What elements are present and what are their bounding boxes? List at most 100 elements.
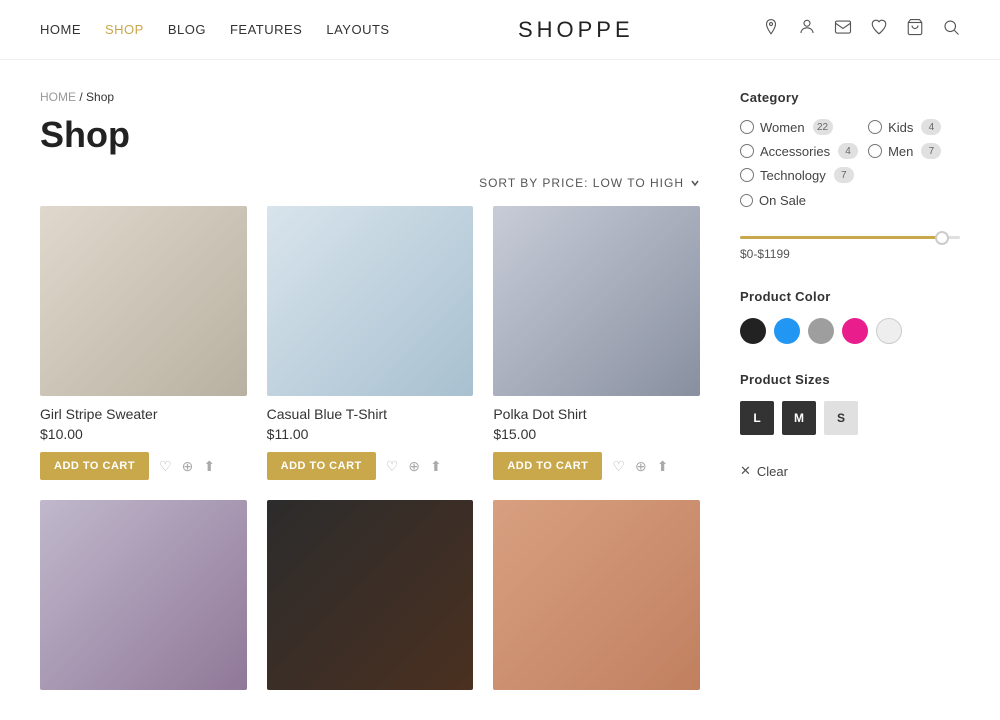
category-item: Technology 7 bbox=[740, 167, 858, 183]
user-icon[interactable] bbox=[798, 18, 816, 41]
product-name: Casual Blue T-Shirt bbox=[267, 406, 474, 422]
sizes-section: Product Sizes L M S bbox=[740, 372, 960, 435]
zoom-icon[interactable]: ⊕ bbox=[182, 458, 194, 475]
breadcrumb: HOME / Shop bbox=[40, 90, 700, 104]
product-name: Polka Dot Shirt bbox=[493, 406, 700, 422]
color-section: Product Color bbox=[740, 289, 960, 344]
wishlist-icon[interactable] bbox=[870, 18, 888, 41]
search-icon[interactable] bbox=[942, 18, 960, 41]
color-swatches bbox=[740, 318, 960, 344]
add-to-cart-button[interactable]: ADD TO CART bbox=[40, 452, 149, 480]
zoom-icon[interactable]: ⊕ bbox=[635, 458, 647, 475]
category-label: Technology bbox=[760, 168, 826, 183]
shop-content: HOME / Shop Shop SORT BY PRICE: LOW TO H… bbox=[40, 90, 700, 690]
share-icon[interactable]: ⬆ bbox=[203, 458, 215, 475]
breadcrumb-home[interactable]: HOME bbox=[40, 90, 76, 104]
close-icon: ✕ bbox=[740, 463, 751, 479]
product-image bbox=[493, 500, 700, 690]
size-l-button[interactable]: L bbox=[740, 401, 774, 435]
clear-label: Clear bbox=[757, 464, 788, 479]
chevron-down-icon bbox=[690, 178, 700, 188]
product-name: Girl Stripe Sweater bbox=[40, 406, 247, 422]
share-icon[interactable]: ⬆ bbox=[430, 458, 442, 475]
color-black[interactable] bbox=[740, 318, 766, 344]
product-price: $10.00 bbox=[40, 426, 247, 442]
sort-selector[interactable]: SORT BY PRICE: LOW TO HIGH bbox=[479, 176, 700, 190]
kids-radio[interactable] bbox=[868, 120, 882, 134]
on-sale-row: On Sale bbox=[740, 193, 960, 208]
price-section: $0-$1199 bbox=[740, 236, 960, 261]
product-grid: Girl Stripe Sweater $10.00 ADD TO CART ♡… bbox=[40, 206, 700, 690]
size-options: L M S bbox=[740, 401, 960, 435]
color-white[interactable] bbox=[876, 318, 902, 344]
category-section: Category Women 22 Kids 4 Accessories 4 bbox=[740, 90, 960, 208]
nav-home[interactable]: HOME bbox=[40, 22, 81, 37]
nav-links: HOME SHOP BLOG FEATURES LAYOUTS bbox=[40, 22, 390, 37]
product-actions: ADD TO CART ♡ ⊕ ⬆ bbox=[267, 452, 474, 480]
sort-bar: SORT BY PRICE: LOW TO HIGH bbox=[40, 176, 700, 190]
category-title: Category bbox=[740, 90, 960, 105]
product-card: Girl Stripe Sweater $10.00 ADD TO CART ♡… bbox=[40, 206, 247, 480]
product-actions: ADD TO CART ♡ ⊕ ⬆ bbox=[493, 452, 700, 480]
navbar: HOME SHOP BLOG FEATURES LAYOUTS SHOPPE bbox=[0, 0, 1000, 60]
color-gray[interactable] bbox=[808, 318, 834, 344]
wishlist-icon[interactable]: ♡ bbox=[386, 458, 399, 475]
share-icon[interactable]: ⬆ bbox=[657, 458, 669, 475]
main-layout: HOME / Shop Shop SORT BY PRICE: LOW TO H… bbox=[0, 60, 1000, 720]
nav-shop[interactable]: SHOP bbox=[105, 22, 144, 37]
sizes-title: Product Sizes bbox=[740, 372, 960, 387]
product-card: Polka Dot Shirt $15.00 ADD TO CART ♡ ⊕ ⬆ bbox=[493, 206, 700, 480]
product-card bbox=[267, 500, 474, 690]
category-count: 22 bbox=[813, 119, 833, 135]
product-card bbox=[493, 500, 700, 690]
accessories-radio[interactable] bbox=[740, 144, 754, 158]
page-title: Shop bbox=[40, 114, 700, 156]
category-item: Women 22 bbox=[740, 119, 858, 135]
nav-blog[interactable]: BLOG bbox=[168, 22, 206, 37]
product-card: Casual Blue T-Shirt $11.00 ADD TO CART ♡… bbox=[267, 206, 474, 480]
wishlist-icon[interactable]: ♡ bbox=[159, 458, 172, 475]
on-sale-label: On Sale bbox=[759, 193, 806, 208]
breadcrumb-separator: / bbox=[79, 90, 86, 104]
color-blue[interactable] bbox=[774, 318, 800, 344]
category-grid: Women 22 Kids 4 Accessories 4 Men 7 bbox=[740, 119, 960, 183]
product-image bbox=[267, 206, 474, 396]
category-item: Men 7 bbox=[868, 143, 960, 159]
add-to-cart-button[interactable]: ADD TO CART bbox=[267, 452, 376, 480]
price-range-thumb[interactable] bbox=[935, 231, 949, 245]
men-radio[interactable] bbox=[868, 144, 882, 158]
on-sale-radio[interactable] bbox=[740, 194, 753, 207]
price-text: $0-$1199 bbox=[740, 247, 960, 261]
cart-icon[interactable] bbox=[906, 18, 924, 41]
product-image bbox=[493, 206, 700, 396]
zoom-icon[interactable]: ⊕ bbox=[408, 458, 420, 475]
size-m-button[interactable]: M bbox=[782, 401, 816, 435]
product-image bbox=[267, 500, 474, 690]
location-icon[interactable] bbox=[762, 18, 780, 41]
category-count: 7 bbox=[921, 143, 941, 159]
nav-layouts[interactable]: LAYOUTS bbox=[326, 22, 389, 37]
clear-row[interactable]: ✕ Clear bbox=[740, 463, 960, 479]
nav-features[interactable]: FEATURES bbox=[230, 22, 302, 37]
sidebar: Category Women 22 Kids 4 Accessories 4 bbox=[740, 90, 960, 690]
category-count: 7 bbox=[834, 167, 854, 183]
category-item: Accessories 4 bbox=[740, 143, 858, 159]
size-s-button[interactable]: S bbox=[824, 401, 858, 435]
wishlist-icon[interactable]: ♡ bbox=[612, 458, 625, 475]
nav-icons bbox=[762, 18, 960, 41]
product-price: $15.00 bbox=[493, 426, 700, 442]
category-item: Kids 4 bbox=[868, 119, 960, 135]
category-count: 4 bbox=[921, 119, 941, 135]
women-radio[interactable] bbox=[740, 120, 754, 134]
product-image bbox=[40, 206, 247, 396]
category-label: Accessories bbox=[760, 144, 830, 159]
technology-radio[interactable] bbox=[740, 168, 754, 182]
color-pink[interactable] bbox=[842, 318, 868, 344]
product-card bbox=[40, 500, 247, 690]
breadcrumb-current: Shop bbox=[86, 90, 114, 104]
category-label: Kids bbox=[888, 120, 913, 135]
mail-icon[interactable] bbox=[834, 18, 852, 41]
product-actions: ADD TO CART ♡ ⊕ ⬆ bbox=[40, 452, 247, 480]
add-to-cart-button[interactable]: ADD TO CART bbox=[493, 452, 602, 480]
color-title: Product Color bbox=[740, 289, 960, 304]
